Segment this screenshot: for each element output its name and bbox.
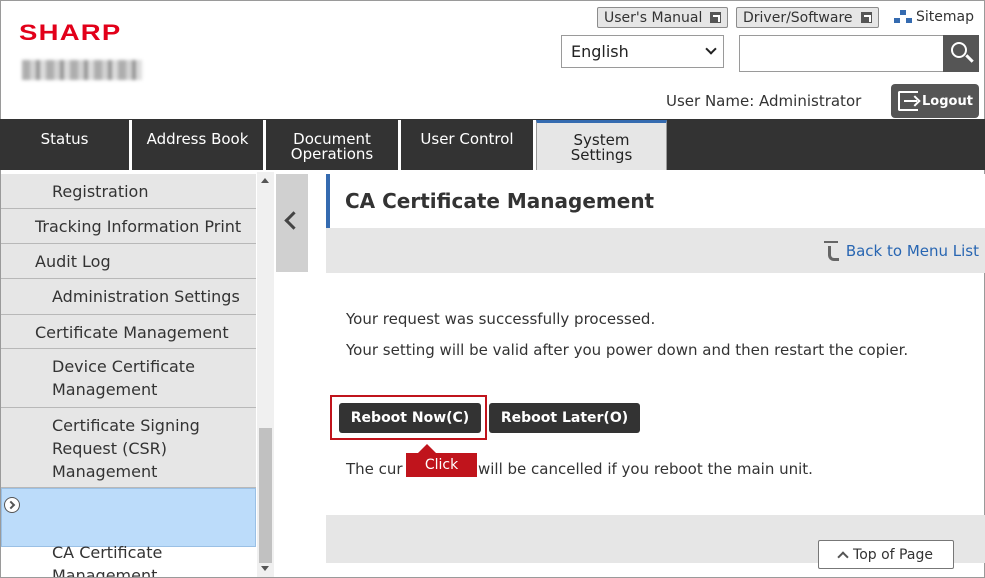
logout-label: Logout	[922, 93, 973, 109]
reboot-note-left: The cur	[346, 460, 403, 478]
scroll-down-icon[interactable]	[261, 566, 269, 571]
sidebar-item-ca-certificate-management[interactable]: CA Certificate Management	[1, 488, 256, 577]
sidebar-item-device-certificate-management[interactable]: Device Certificate Management	[1, 349, 256, 408]
search-button[interactable]	[943, 35, 979, 72]
scroll-thumb[interactable]	[259, 428, 272, 563]
menu-bar: Back to Menu List	[326, 228, 985, 273]
collapse-sidebar-button[interactable]	[276, 174, 308, 272]
tab-user-control[interactable]: User Control	[401, 120, 536, 170]
restart-message: Your setting will be valid after you pow…	[346, 341, 909, 359]
sidebar-item-certificate-management[interactable]: Certificate Management	[1, 315, 256, 349]
driver-software-link[interactable]: Driver/Software	[736, 7, 879, 28]
top-of-page-button[interactable]: Top of Page	[818, 540, 954, 569]
model-name-blurred	[22, 60, 142, 80]
driver-software-label: Driver/Software	[743, 9, 853, 26]
language-select[interactable]: English	[561, 35, 724, 68]
sharp-logo: SHARP	[19, 20, 122, 45]
logout-icon	[898, 91, 918, 111]
search-input[interactable]	[739, 35, 944, 72]
tab-system-settings[interactable]: System Settings	[536, 120, 667, 170]
page-title: CA Certificate Management	[326, 174, 985, 228]
sitemap-link[interactable]: Sitemap	[894, 9, 974, 25]
tab-address-book[interactable]: Address Book	[132, 120, 266, 170]
current-page-arrow-icon	[4, 497, 20, 513]
user-name-display: User Name: Administrator	[666, 92, 862, 110]
back-to-menu-list-label: Back to Menu List	[845, 242, 979, 260]
sidebar-scrollbar[interactable]	[257, 172, 274, 577]
users-manual-link[interactable]: User's Manual	[597, 7, 729, 28]
sidebar-item-audit-log[interactable]: Audit Log	[1, 244, 256, 279]
external-link-icon	[710, 12, 722, 23]
top-of-page-label: Top of Page	[853, 546, 933, 563]
sidebar-item-csr-management[interactable]: Certificate Signing Request (CSR) Manage…	[1, 408, 256, 488]
sidebar: Registration Tracking Information Print …	[1, 172, 257, 577]
users-manual-label: User's Manual	[604, 9, 703, 26]
back-arrow-icon	[822, 241, 840, 261]
chevron-down-icon	[705, 43, 717, 55]
sidebar-item-administration-settings[interactable]: Administration Settings	[1, 279, 256, 315]
sidebar-item-tracking-information-print[interactable]: Tracking Information Print	[1, 209, 256, 244]
sitemap-label: Sitemap	[916, 9, 974, 25]
tab-status[interactable]: Status	[0, 120, 132, 170]
tab-document-operations[interactable]: Document Operations	[266, 120, 401, 170]
scroll-up-icon[interactable]	[261, 178, 269, 183]
chevron-up-icon	[837, 550, 849, 563]
sitemap-icon	[894, 10, 912, 24]
language-value: English	[571, 42, 629, 61]
external-link-icon	[860, 12, 872, 23]
back-to-menu-list-link[interactable]: Back to Menu List	[822, 241, 979, 261]
logout-button[interactable]: Logout	[891, 84, 979, 118]
click-callout: Click	[406, 444, 477, 477]
sidebar-item-registration[interactable]: Registration	[1, 174, 256, 209]
chevron-left-icon	[284, 211, 303, 230]
reboot-later-button[interactable]: Reboot Later(O)	[489, 403, 640, 433]
reboot-note-right: will be cancelled if you reboot the main…	[478, 460, 813, 478]
reboot-now-button[interactable]: Reboot Now(C)	[339, 403, 481, 433]
success-message: Your request was successfully processed.	[346, 310, 656, 328]
